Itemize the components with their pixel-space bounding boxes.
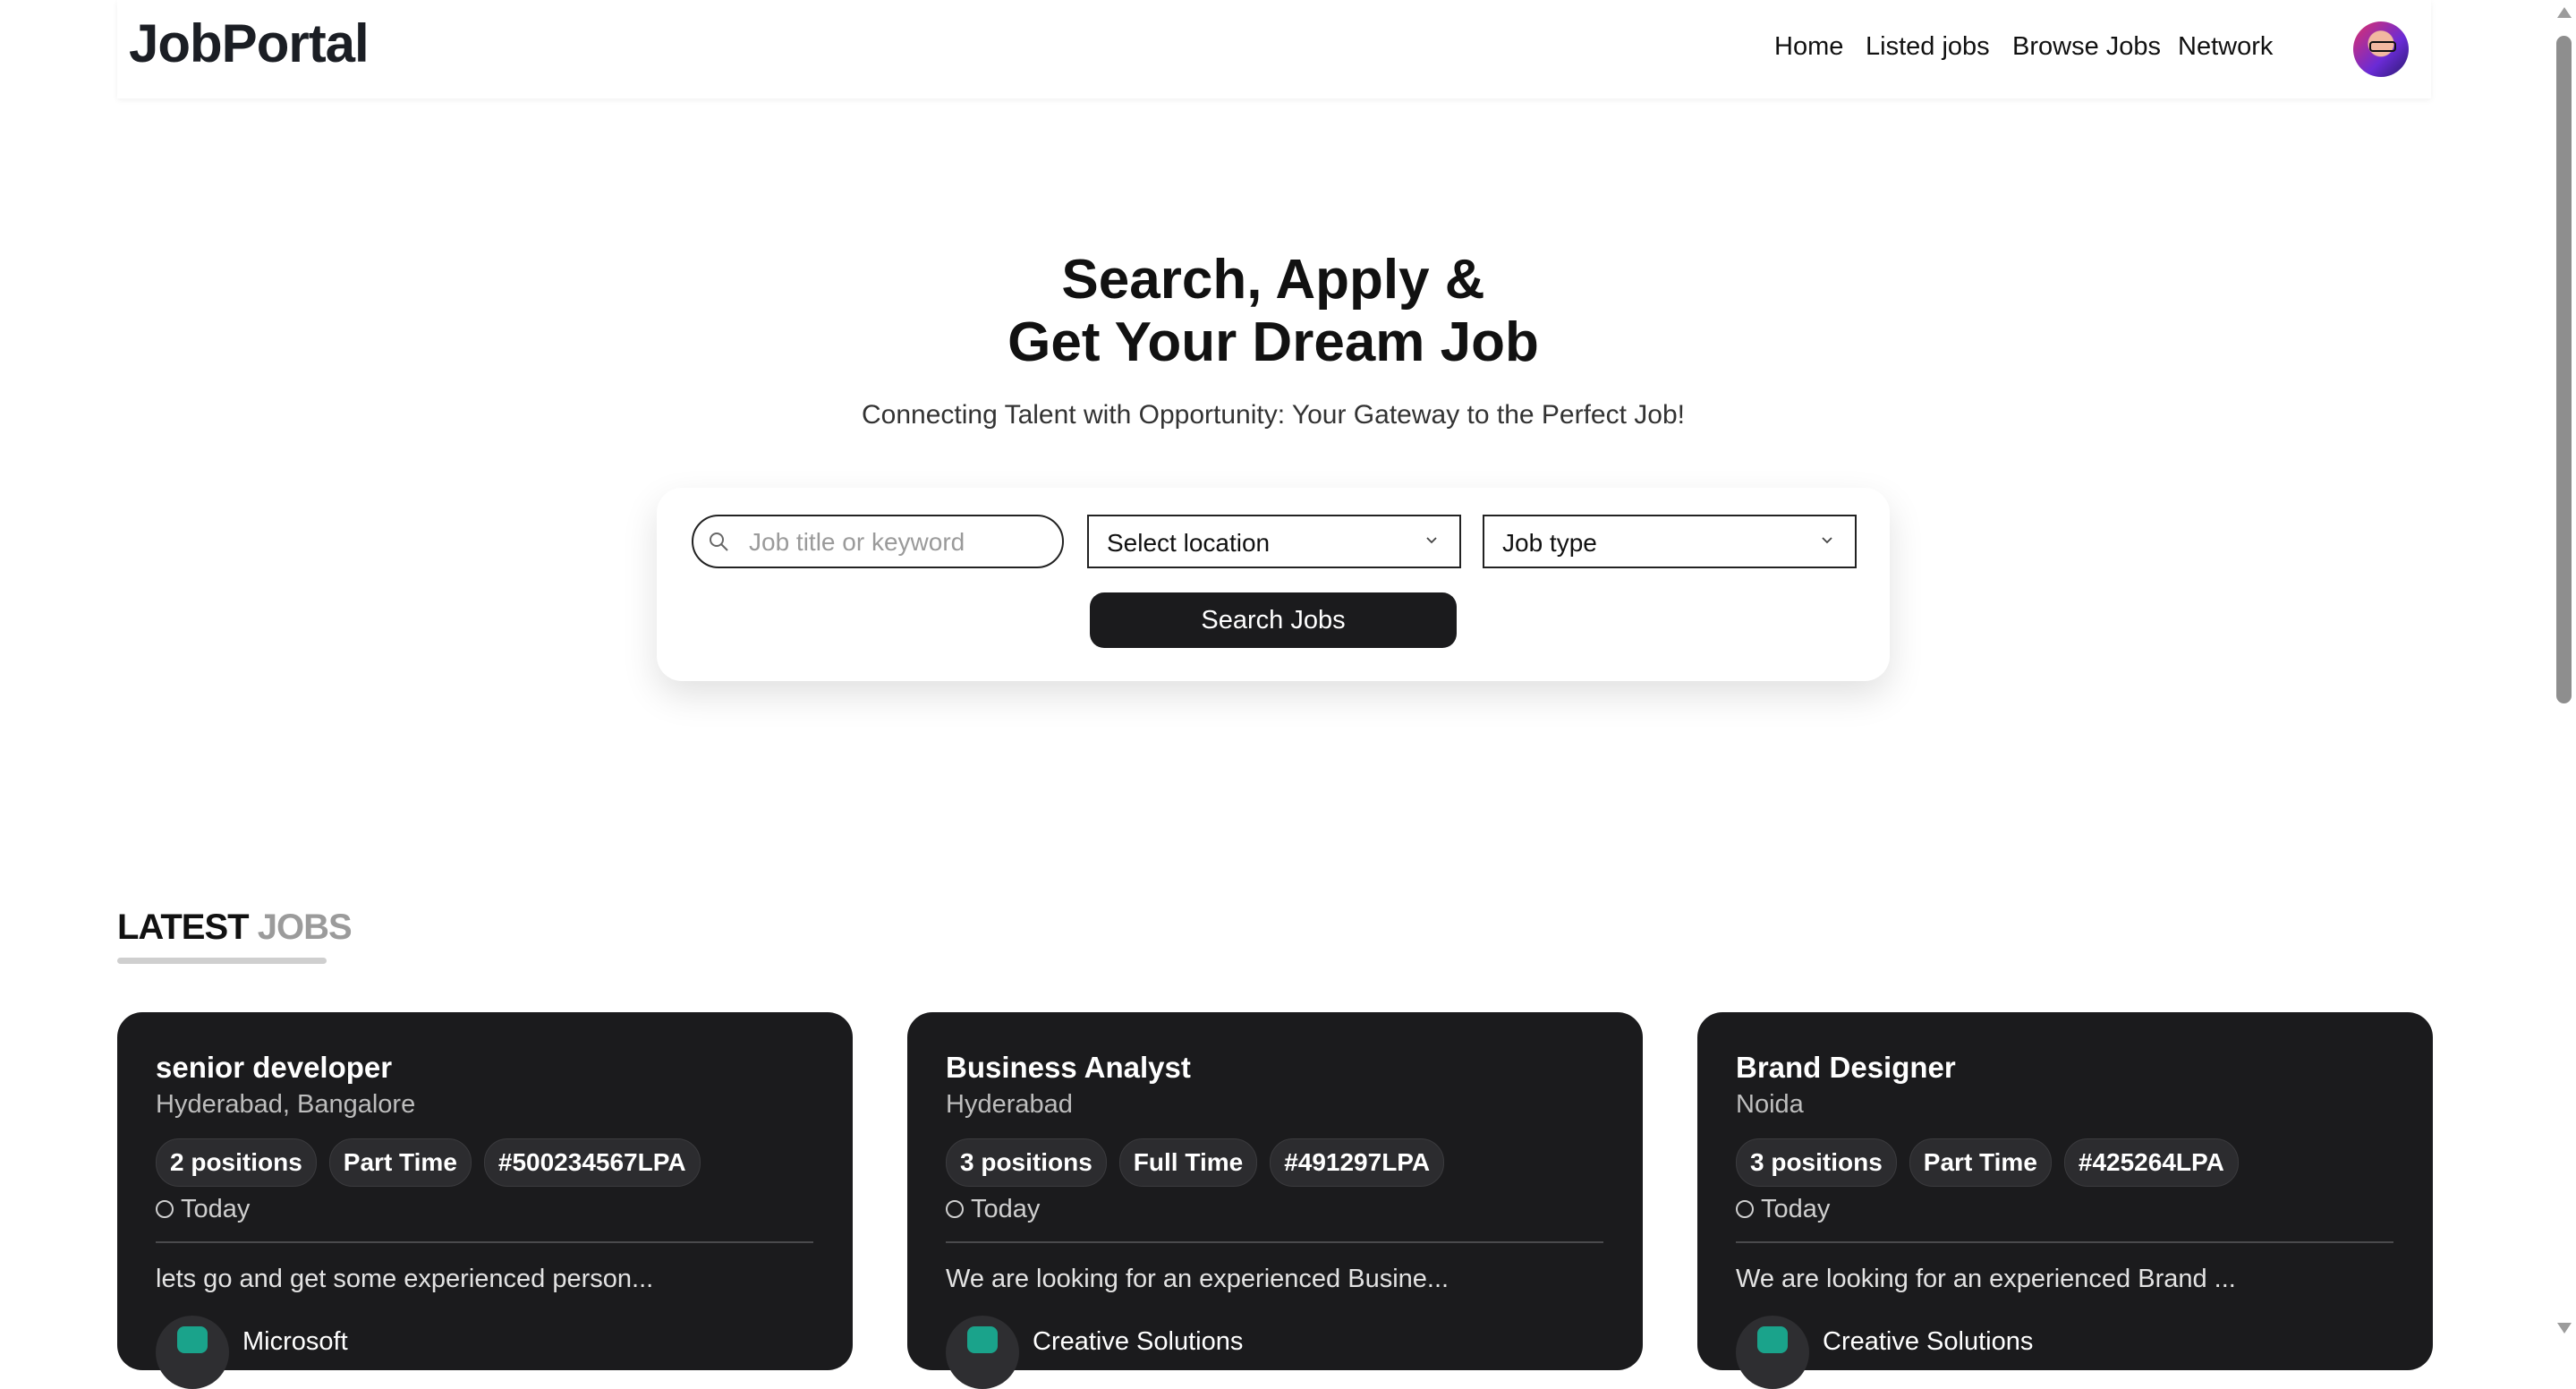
search-icon xyxy=(710,533,728,551)
heading-underline xyxy=(117,958,327,964)
nav-home[interactable]: Home xyxy=(1774,32,1843,62)
latest-jobs-heading-muted: JOBS xyxy=(257,908,353,947)
latest-jobs-heading-main: LATEST xyxy=(117,908,250,947)
job-type-badge: Part Time xyxy=(1909,1138,2052,1187)
location-select[interactable]: Select location xyxy=(1087,515,1461,568)
company-name: Creative Solutions xyxy=(1823,1327,2034,1356)
posted-time-text: Today xyxy=(971,1195,1041,1223)
job-card[interactable]: Brand Designer Noida 3 positions Part Ti… xyxy=(1697,1012,2433,1389)
search-panel: Select location Job type Search Jobs xyxy=(657,488,1890,681)
avatar-glasses-icon xyxy=(2369,41,2396,52)
divider xyxy=(156,1241,813,1243)
positions-badge: 3 positions xyxy=(946,1138,1107,1187)
scroll-up-arrow-icon[interactable] xyxy=(2557,7,2572,18)
chevron-down-icon xyxy=(1426,537,1437,544)
posted-time: Today xyxy=(156,1195,250,1224)
posted-time: Today xyxy=(1736,1195,1830,1224)
clock-icon xyxy=(1736,1200,1754,1218)
salary-badge: #500234567LPA xyxy=(483,1138,701,1187)
job-title: Business Analyst xyxy=(946,1051,1191,1084)
clock-icon xyxy=(946,1200,964,1218)
jobtype-select[interactable]: Job type xyxy=(1483,515,1857,568)
salary-badge: #491297LPA xyxy=(1270,1138,1445,1187)
chevron-down-icon xyxy=(1822,537,1832,544)
nav-network[interactable]: Network xyxy=(2178,32,2273,62)
job-location: Noida xyxy=(1736,1090,1804,1119)
posted-time: Today xyxy=(946,1195,1040,1224)
job-type-badge: Part Time xyxy=(328,1138,472,1187)
search-jobs-button[interactable]: Search Jobs xyxy=(1090,592,1457,648)
job-tags: 3 positions Full Time #491297LPA xyxy=(946,1138,1445,1187)
salary-badge: #425264LPA xyxy=(2063,1138,2239,1187)
location-select-value: Select location xyxy=(1107,529,1271,557)
job-description: We are looking for an experienced Busine… xyxy=(946,1265,1450,1293)
hero-title: Search, Apply & Get Your Dream Job xyxy=(0,249,2546,374)
job-location: Hyderabad, Bangalore xyxy=(156,1090,416,1119)
nav-browse-jobs[interactable]: Browse Jobs xyxy=(2012,32,2161,62)
scroll-down-arrow-icon[interactable] xyxy=(2557,1323,2572,1334)
logo[interactable]: JobPortal xyxy=(129,13,370,74)
job-tags: 3 positions Part Time #425264LPA xyxy=(1736,1138,2239,1187)
hero-title-line1: Search, Apply & xyxy=(1061,249,1485,311)
job-card[interactable]: Business Analyst Hyderabad 3 positions F… xyxy=(907,1012,1643,1389)
company-name: Microsoft xyxy=(242,1327,348,1356)
nav-listed-jobs[interactable]: Listed jobs xyxy=(1866,32,1990,62)
job-description: lets go and get some experienced person.… xyxy=(156,1265,654,1293)
jobtype-select-value: Job type xyxy=(1502,529,1597,557)
job-title: Brand Designer xyxy=(1736,1051,1956,1084)
divider xyxy=(1736,1241,2393,1243)
company-logo xyxy=(1736,1316,1809,1389)
navbar: JobPortal Home Listed jobs Browse Jobs N… xyxy=(117,0,2431,98)
clock-icon xyxy=(156,1200,174,1218)
posted-time-text: Today xyxy=(181,1195,251,1223)
positions-badge: 2 positions xyxy=(156,1138,317,1187)
positions-badge: 3 positions xyxy=(1736,1138,1897,1187)
job-tags: 2 positions Part Time #500234567LPA xyxy=(156,1138,701,1187)
scrollbar-thumb[interactable] xyxy=(2556,36,2572,703)
divider xyxy=(946,1241,1603,1243)
keyword-search-field[interactable] xyxy=(692,515,1064,568)
job-card[interactable]: senior developer Hyderabad, Bangalore 2 … xyxy=(117,1012,853,1389)
company-name: Creative Solutions xyxy=(1033,1327,1244,1356)
avatar[interactable] xyxy=(2353,21,2409,77)
scrollbar[interactable] xyxy=(2552,0,2576,1341)
keyword-input[interactable] xyxy=(747,524,1055,561)
posted-time-text: Today xyxy=(1761,1195,1831,1223)
job-description: We are looking for an experienced Brand … xyxy=(1736,1265,2236,1293)
hero-subtitle: Connecting Talent with Opportunity: Your… xyxy=(862,400,1685,430)
job-type-badge: Full Time xyxy=(1118,1138,1258,1187)
latest-jobs-heading: LATEST JOBS xyxy=(117,908,353,948)
hero-title-line2: Get Your Dream Job xyxy=(1007,311,1539,373)
company-logo xyxy=(156,1316,229,1389)
company-logo xyxy=(946,1316,1019,1389)
job-location: Hyderabad xyxy=(946,1090,1073,1119)
job-title: senior developer xyxy=(156,1051,393,1084)
